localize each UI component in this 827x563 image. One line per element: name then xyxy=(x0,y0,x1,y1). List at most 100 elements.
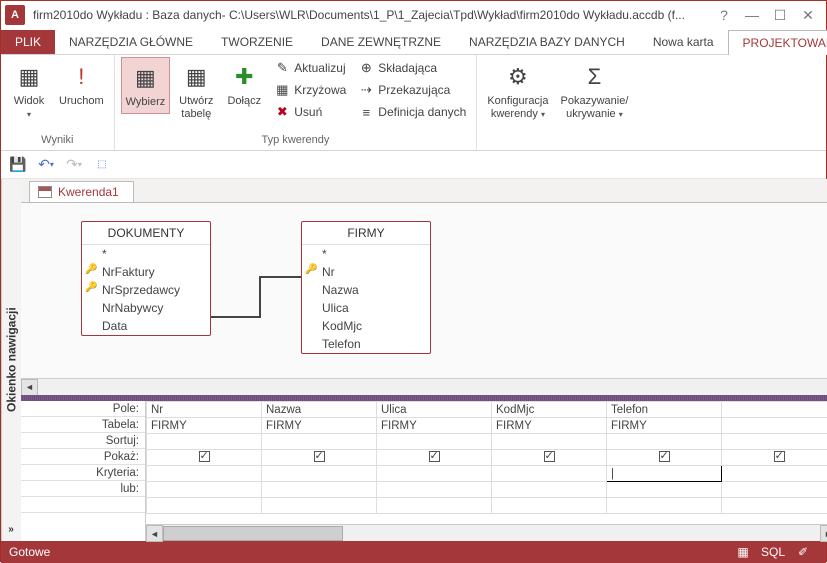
cell-pokaz[interactable] xyxy=(147,450,262,466)
field-ulica[interactable]: Ulica xyxy=(302,299,430,317)
dolacz-button[interactable]: ✚ Dołącz xyxy=(222,57,266,112)
cell-sortuj[interactable] xyxy=(722,434,827,450)
datasheet-view-button[interactable]: ▦ xyxy=(728,541,758,563)
cell-lub[interactable] xyxy=(147,482,262,498)
cell-kryteria[interactable] xyxy=(722,466,827,482)
checkbox-icon xyxy=(774,451,785,462)
row-lub-label: lub: xyxy=(21,481,145,497)
pokazywanie-ukrywanie-button[interactable]: Σ Pokazywanie/ ukrywanie ▾ xyxy=(557,57,633,125)
field-nazwa[interactable]: Nazwa xyxy=(302,281,430,299)
tab-narzedzia-glowne[interactable]: NARZĘDZIA GŁÓWNE xyxy=(55,30,207,54)
select-query-icon: ▦ xyxy=(129,62,161,94)
make-table-icon: ▦ xyxy=(180,61,212,93)
table-firmy[interactable]: FIRMY * Nr Nazwa Ulica KodMjc Telefon xyxy=(301,221,431,354)
cell-tabela[interactable]: FIRMY xyxy=(607,418,722,434)
cell-kryteria[interactable] xyxy=(377,466,492,482)
datadef-icon: ≡ xyxy=(358,104,374,120)
definicja-danych-button[interactable]: ≡Definicja danych xyxy=(354,101,470,123)
scroll-left-button[interactable]: ◄ xyxy=(146,525,163,542)
cell-pokaz[interactable] xyxy=(377,450,492,466)
field-nrsprzedawcy[interactable]: NrSprzedawcy xyxy=(82,281,210,299)
cell-pokaz[interactable] xyxy=(607,450,722,466)
object-tab-kwerenda1[interactable]: Kwerenda1 xyxy=(29,181,134,202)
redo-button[interactable]: ↷▾ xyxy=(63,154,85,176)
grid-row-kryteria: | xyxy=(147,466,827,482)
help-button[interactable]: ? xyxy=(710,3,738,27)
design-view-button[interactable]: ✐ xyxy=(788,541,818,563)
konfiguracja-kwerendy-button[interactable]: ⚙ Konfiguracja kwerendy ▾ xyxy=(483,57,552,125)
aktualizuj-button[interactable]: ✎Aktualizuj xyxy=(270,57,350,79)
cell-kryteria[interactable] xyxy=(492,466,607,482)
cell-lub[interactable] xyxy=(722,482,827,498)
field-data[interactable]: Data xyxy=(82,317,210,335)
tab-plik[interactable]: PLIK xyxy=(1,30,55,54)
cell-tabela[interactable]: FIRMY xyxy=(262,418,377,434)
cell-pole[interactable]: Nazwa xyxy=(262,402,377,418)
designer-hscroll[interactable]: ◄ ► xyxy=(21,378,827,395)
cell-pole[interactable]: KodMjc xyxy=(492,402,607,418)
tab-narzedzia-bazy[interactable]: NARZĘDZIA BAZY DANYCH xyxy=(455,30,639,54)
cell-tabela[interactable]: FIRMY xyxy=(492,418,607,434)
field-star[interactable]: * xyxy=(82,245,210,263)
cell-kryteria[interactable] xyxy=(147,466,262,482)
tab-dane-zewnetrzne[interactable]: DANE ZEWNĘTRZNE xyxy=(307,30,455,54)
cell-tabela[interactable]: FIRMY xyxy=(147,418,262,434)
checkbox-icon xyxy=(659,451,670,462)
append-icon: ✚ xyxy=(228,61,260,93)
tab-projektowanie[interactable]: PROJEKTOWANI xyxy=(728,30,827,55)
cell-lub[interactable] xyxy=(607,482,722,498)
qat-customize-button[interactable]: ⬚ xyxy=(91,154,113,176)
usun-button[interactable]: ✖Usuń xyxy=(270,101,350,123)
grid-hscroll[interactable]: ◄ ► xyxy=(146,524,827,541)
table-dokumenty[interactable]: DOKUMENTY * NrFaktury NrSprzedawcy NrNab… xyxy=(81,221,211,336)
field-nrfaktury[interactable]: NrFaktury xyxy=(82,263,210,281)
cell-kryteria[interactable]: | xyxy=(607,466,722,482)
scroll-left-button[interactable]: ◄ xyxy=(21,379,38,396)
cell-lub[interactable] xyxy=(377,482,492,498)
query-designer-canvas[interactable]: DOKUMENTY * NrFaktury NrSprzedawcy NrNab… xyxy=(21,203,827,378)
cell-sortuj[interactable] xyxy=(377,434,492,450)
cell-kryteria[interactable] xyxy=(262,466,377,482)
cell-pokaz[interactable] xyxy=(722,450,827,466)
cell-pole[interactable]: Nr xyxy=(147,402,262,418)
utworz-tabele-button[interactable]: ▦ Utwórz tabelę xyxy=(174,57,218,125)
cell-lub[interactable] xyxy=(492,482,607,498)
uruchom-button[interactable]: ! Uruchom xyxy=(55,57,108,112)
maximize-button[interactable]: ☐ xyxy=(766,3,794,27)
field-star[interactable]: * xyxy=(302,245,430,263)
tab-nowa-karta[interactable]: Nowa karta xyxy=(639,30,728,54)
cell-tabela[interactable] xyxy=(722,418,827,434)
sql-view-button[interactable]: SQL xyxy=(758,541,788,563)
field-nrnabywcy[interactable]: NrNabywcy xyxy=(82,299,210,317)
scroll-thumb[interactable] xyxy=(163,526,343,541)
field-kodmjc[interactable]: KodMjc xyxy=(302,317,430,335)
nav-pane-toggle[interactable]: » Okienko nawigacji xyxy=(1,179,21,541)
cell-pole[interactable]: Ulica xyxy=(377,402,492,418)
cell-sortuj[interactable] xyxy=(262,434,377,450)
cell-lub[interactable] xyxy=(262,482,377,498)
relation-line[interactable] xyxy=(259,276,301,278)
relation-line[interactable] xyxy=(259,276,261,318)
cell-pokaz[interactable] xyxy=(492,450,607,466)
field-telefon[interactable]: Telefon xyxy=(302,335,430,353)
field-nr[interactable]: Nr xyxy=(302,263,430,281)
close-button[interactable]: ✕ xyxy=(794,3,822,27)
minimize-button[interactable]: — xyxy=(738,3,766,27)
cell-tabela[interactable]: FIRMY xyxy=(377,418,492,434)
tab-tworzenie[interactable]: TWORZENIE xyxy=(207,30,307,54)
relation-line[interactable] xyxy=(211,316,259,318)
wybierz-button[interactable]: ▦ Wybierz xyxy=(121,57,171,114)
cell-pole[interactable] xyxy=(722,402,827,418)
scroll-right-button[interactable]: ► xyxy=(820,525,827,542)
cell-pokaz[interactable] xyxy=(262,450,377,466)
krzyzowa-button[interactable]: ▦Krzyżowa xyxy=(270,79,350,101)
cell-sortuj[interactable] xyxy=(492,434,607,450)
cell-pole[interactable]: Telefon xyxy=(607,402,722,418)
cell-sortuj[interactable] xyxy=(147,434,262,450)
undo-button[interactable]: ↶▾ xyxy=(35,154,57,176)
cell-sortuj[interactable] xyxy=(607,434,722,450)
widok-button[interactable]: ▦ Widok▾ xyxy=(7,57,51,125)
skladajaca-button[interactable]: ⊕Składająca xyxy=(354,57,470,79)
przekazujaca-button[interactable]: ⇢Przekazująca xyxy=(354,79,470,101)
save-button[interactable]: 💾 xyxy=(7,154,29,176)
